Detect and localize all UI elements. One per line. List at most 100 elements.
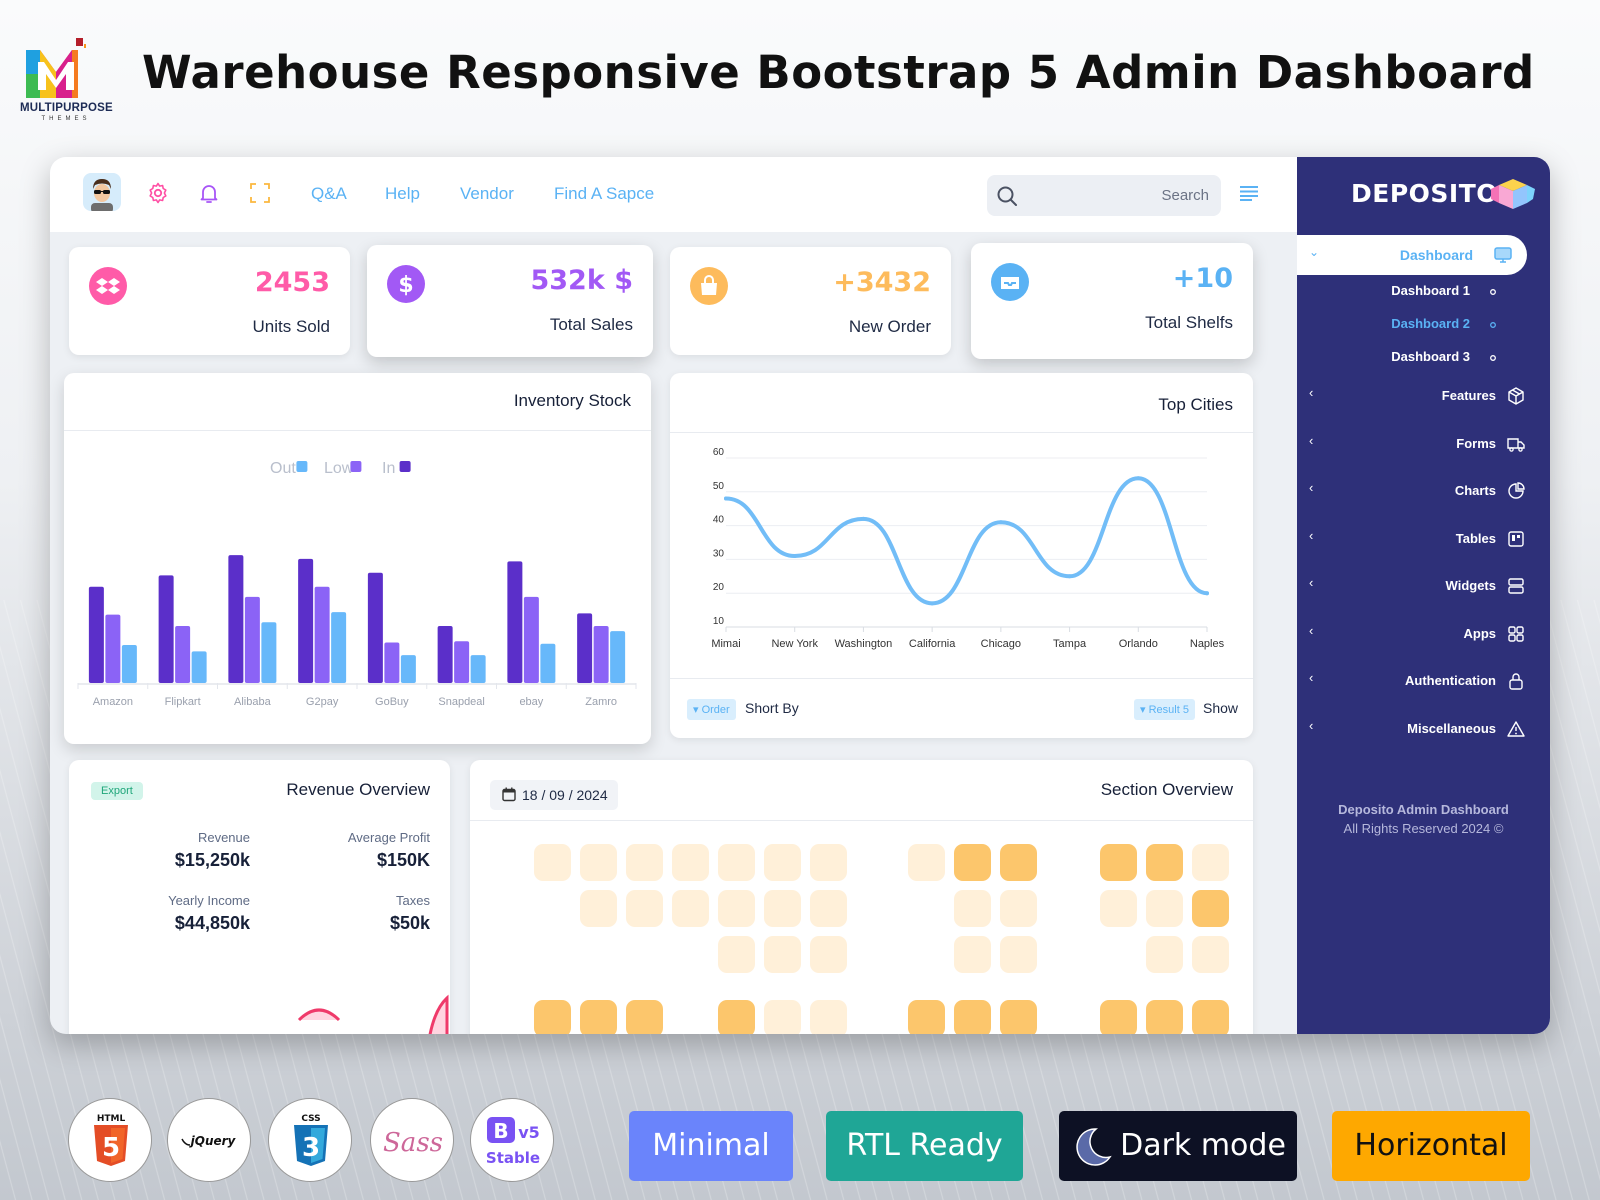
seat-free[interactable]: [908, 844, 945, 881]
bar-out-zamro[interactable]: [610, 631, 626, 683]
sidebar-item-tables[interactable]: ‹ Tables: [1297, 524, 1550, 554]
result-dropdown[interactable]: ▾ Result 5: [1134, 699, 1195, 720]
seat-free[interactable]: [764, 1000, 801, 1034]
sidebar-item-dashboard[interactable]: ⌄ Dashboard: [1297, 235, 1527, 275]
bar-out-gobuy[interactable]: [400, 655, 416, 683]
bar-low-snapdeal[interactable]: [454, 641, 470, 683]
search-icon[interactable]: [995, 184, 1019, 208]
seat-free[interactable]: [1100, 890, 1137, 927]
seat-taken[interactable]: [1192, 1000, 1229, 1034]
seat-taken[interactable]: [1000, 1000, 1037, 1034]
sidebar-subitem-dashboard-3[interactable]: Dashboard 3: [1391, 349, 1470, 364]
seat-free[interactable]: [810, 936, 847, 973]
seat-free[interactable]: [1000, 936, 1037, 973]
legend-swatch[interactable]: [350, 461, 362, 472]
seat-taken[interactable]: [1146, 844, 1183, 881]
seat-free[interactable]: [580, 890, 617, 927]
data-point-washington[interactable]: [861, 516, 866, 521]
bar-in-flipkart[interactable]: [158, 575, 174, 683]
bar-in-alibaba[interactable]: [228, 555, 244, 683]
feature-dark-mode-button[interactable]: Dark mode: [1059, 1111, 1297, 1181]
seat-free[interactable]: [810, 890, 847, 927]
bar-out-alibaba[interactable]: [261, 622, 277, 683]
bar-low-alibaba[interactable]: [244, 596, 260, 683]
data-point-naples[interactable]: [1205, 591, 1209, 596]
nav-vendor[interactable]: Vendor: [460, 184, 514, 204]
seat-free[interactable]: [718, 890, 755, 927]
seat-taken[interactable]: [1000, 844, 1037, 881]
seat-taken[interactable]: [954, 844, 991, 881]
bar-out-ebay[interactable]: [540, 643, 556, 683]
bar-in-amazon[interactable]: [88, 586, 104, 683]
sidebar-subitem-dashboard-2[interactable]: Dashboard 2: [1391, 316, 1470, 331]
user-avatar[interactable]: [83, 173, 121, 211]
bar-out-flipkart[interactable]: [191, 651, 207, 683]
seat-taken[interactable]: [954, 1000, 991, 1034]
seat-taken[interactable]: [718, 1000, 755, 1034]
data-point-new-york[interactable]: [792, 554, 797, 559]
seat-free[interactable]: [1146, 890, 1183, 927]
seat-free[interactable]: [672, 890, 709, 927]
sidebar-item-widgets[interactable]: ‹ Widgets: [1297, 571, 1550, 601]
sidebar-item-charts[interactable]: ‹ Charts: [1297, 476, 1550, 506]
seat-taken[interactable]: [1100, 844, 1137, 881]
export-button[interactable]: Export: [91, 782, 143, 800]
seat-free[interactable]: [718, 844, 755, 881]
seat-taken[interactable]: [534, 1000, 571, 1034]
bar-low-g2pay[interactable]: [314, 586, 330, 683]
seat-taken[interactable]: [1100, 1000, 1137, 1034]
sidebar-item-forms[interactable]: ‹ Forms: [1297, 429, 1550, 459]
bar-in-snapdeal[interactable]: [437, 626, 453, 683]
feature-minimal-button[interactable]: Minimal: [629, 1111, 793, 1181]
seat-free[interactable]: [764, 936, 801, 973]
bar-out-g2pay[interactable]: [331, 612, 347, 683]
seat-free[interactable]: [534, 844, 571, 881]
nav-qa[interactable]: Q&A: [311, 184, 347, 204]
bar-in-gobuy[interactable]: [367, 572, 383, 683]
data-point-chicago[interactable]: [998, 520, 1003, 525]
nav-find-a-space[interactable]: Find A Sapce: [554, 184, 654, 204]
seat-free[interactable]: [764, 844, 801, 881]
seat-taken[interactable]: [580, 1000, 617, 1034]
seat-free[interactable]: [810, 1000, 847, 1034]
seat-free[interactable]: [718, 936, 755, 973]
data-point-tampa[interactable]: [1067, 574, 1072, 579]
bar-out-snapdeal[interactable]: [470, 655, 486, 683]
seat-free[interactable]: [1192, 936, 1229, 973]
seat-free[interactable]: [954, 936, 991, 973]
search-input[interactable]: [1023, 175, 1209, 216]
seat-free[interactable]: [672, 844, 709, 881]
bar-out-amazon[interactable]: [121, 645, 137, 683]
bar-low-flipkart[interactable]: [175, 626, 191, 683]
sidebar-subitem-dashboard-1[interactable]: Dashboard 1: [1391, 283, 1470, 298]
bar-in-zamro[interactable]: [577, 613, 593, 683]
bar-low-ebay[interactable]: [523, 596, 539, 683]
sidebar-item-miscellaneous[interactable]: ‹ Miscellaneous: [1297, 714, 1550, 744]
line-series-cities[interactable]: [724, 476, 1209, 606]
seat-taken[interactable]: [908, 1000, 945, 1034]
seat-free[interactable]: [1000, 890, 1037, 927]
seat-taken[interactable]: [1192, 890, 1229, 927]
fullscreen-icon[interactable]: [248, 181, 272, 205]
bar-low-amazon[interactable]: [105, 614, 121, 683]
seat-free[interactable]: [1146, 936, 1183, 973]
date-picker[interactable]: 18 / 09 / 2024: [490, 780, 618, 810]
seat-free[interactable]: [810, 844, 847, 881]
legend-swatch[interactable]: [399, 461, 411, 472]
feature-horizontal-button[interactable]: Horizontal: [1332, 1111, 1530, 1181]
feature-rtl-ready-button[interactable]: RTL Ready: [826, 1111, 1023, 1181]
bar-in-ebay[interactable]: [507, 561, 523, 683]
data-point-orlando[interactable]: [1136, 476, 1141, 481]
order-dropdown[interactable]: ▾ Order: [687, 699, 736, 720]
seat-free[interactable]: [626, 890, 663, 927]
seat-taken[interactable]: [1146, 1000, 1183, 1034]
bar-low-gobuy[interactable]: [384, 642, 400, 683]
bar-in-g2pay[interactable]: [298, 558, 314, 683]
seat-free[interactable]: [580, 844, 617, 881]
legend-swatch[interactable]: [296, 461, 308, 472]
seat-free[interactable]: [764, 890, 801, 927]
sidebar-item-features[interactable]: ‹ Features: [1297, 381, 1550, 411]
menu-icon[interactable]: [1240, 185, 1260, 201]
nav-help[interactable]: Help: [385, 184, 420, 204]
bar-low-zamro[interactable]: [593, 626, 609, 683]
